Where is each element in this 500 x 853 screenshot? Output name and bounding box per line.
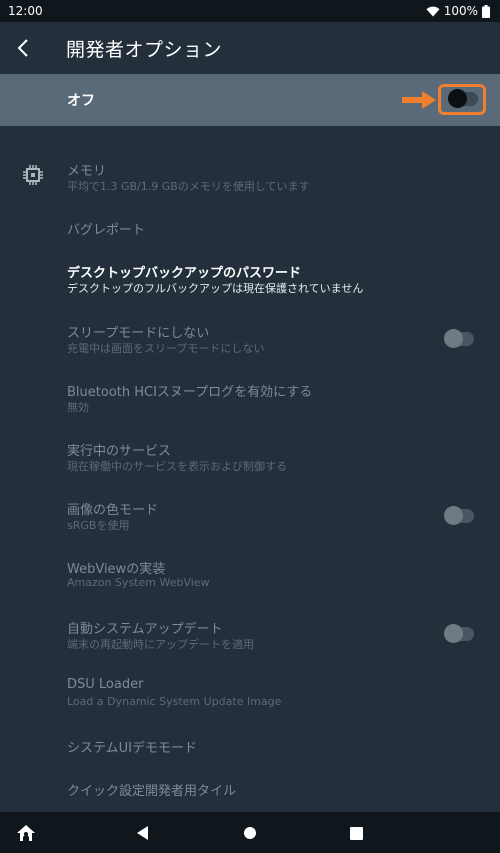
app-bar: 開発者オプション: [0, 22, 500, 74]
launcher-button[interactable]: [13, 822, 39, 844]
home-launcher-icon: [17, 825, 35, 841]
item-subtitle: 現在稼働中のサービスを表示および制御する: [67, 460, 287, 473]
stay-awake-toggle[interactable]: [444, 329, 474, 348]
item-subtitle: デスクトップのフルバックアップは現在保護されていません: [67, 282, 364, 295]
item-title: 画像の色モード: [67, 503, 159, 518]
back-nav-button[interactable]: [130, 822, 156, 844]
page-title: 開発者オプション: [66, 38, 223, 61]
item-subtitle: 端末の再起動時にアップデートを適用: [67, 638, 254, 651]
toggle-knob: [444, 624, 463, 643]
color-mode-toggle[interactable]: [444, 506, 474, 525]
recents-square-icon: [349, 826, 363, 840]
auto-update-toggle[interactable]: [444, 624, 474, 643]
item-title: クイック設定開発者用タイル: [67, 784, 237, 799]
item-title: メモリ: [67, 164, 107, 179]
status-icons: 100%: [426, 4, 490, 18]
master-switch-label: オフ: [67, 93, 95, 109]
chevron-left-icon: [17, 39, 28, 57]
master-toggle-knob: [448, 89, 467, 108]
item-title: システムUIデモモード: [67, 741, 197, 756]
item-subtitle: 平均で1.3 GB/1.9 GBのメモリを使用しています: [67, 180, 310, 193]
back-button[interactable]: [0, 22, 46, 74]
navigation-bar: [0, 812, 500, 853]
item-title: DSU Loader: [67, 677, 144, 692]
item-title: 自動システムアップデート: [67, 622, 223, 637]
battery-percent: 100%: [443, 4, 478, 18]
back-triangle-icon: [137, 826, 148, 840]
item-title: Bluetooth HCIスヌープログを有効にする: [67, 385, 313, 400]
developer-options-master-row[interactable]: オフ: [0, 74, 500, 126]
status-bar: 12:00 100%: [0, 0, 500, 22]
item-subtitle: 無効: [67, 401, 89, 414]
battery-icon: [482, 4, 490, 18]
home-nav-button[interactable]: [237, 822, 263, 844]
status-time: 12:00: [8, 4, 43, 18]
wifi-icon: [426, 6, 440, 16]
home-circle-icon: [244, 827, 256, 839]
annotation-arrow-icon: [402, 91, 436, 109]
master-toggle[interactable]: [448, 89, 478, 108]
item-title: スリープモードにしない: [67, 326, 210, 341]
memory-chip-icon: [23, 165, 43, 185]
item-subtitle: Load a Dynamic System Update Image: [67, 695, 282, 708]
item-subtitle: sRGBを使用: [67, 519, 130, 532]
item-subtitle: Amazon System WebView: [67, 576, 210, 589]
recents-nav-button[interactable]: [343, 822, 369, 844]
toggle-knob: [444, 506, 463, 525]
toggle-knob: [444, 329, 463, 348]
item-title: 実行中のサービス: [67, 444, 172, 459]
item-title: バグレポート: [67, 223, 146, 238]
item-subtitle: 充電中は画面をスリープモードにしない: [67, 342, 265, 355]
item-title: デスクトップバックアップのパスワード: [67, 266, 302, 281]
item-title: WebViewの実装: [67, 562, 166, 577]
